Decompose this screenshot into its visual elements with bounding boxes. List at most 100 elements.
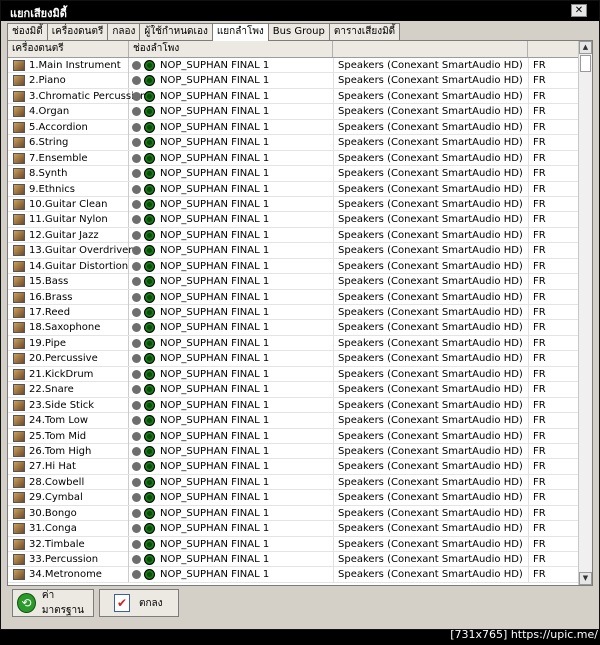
- table-row[interactable]: 3.Chromatic Percussion NOP_SUPHAN FINAL 1…: [8, 88, 580, 105]
- output-device-cell[interactable]: Speakers (Conexant SmartAudio HD): [333, 289, 528, 305]
- speaker-channel-cell[interactable]: FR: [528, 366, 580, 382]
- output-device-cell[interactable]: Speakers (Conexant SmartAudio HD): [333, 58, 528, 73]
- table-row[interactable]: 15.Bass NOP_SUPHAN FINAL 1 Speakers (Conex…: [8, 274, 580, 290]
- active-led-icon[interactable]: [144, 368, 155, 380]
- active-led-icon[interactable]: [144, 353, 155, 365]
- table-row[interactable]: 28.Cowbell NOP_SUPHAN FINAL 1 Speakers (Co…: [8, 474, 580, 491]
- speaker-channel-cell[interactable]: FR: [528, 459, 580, 475]
- speaker-port-cell[interactable]: NOP_SUPHAN FINAL 1: [160, 89, 330, 104]
- mute-indicator-icon[interactable]: [132, 416, 141, 426]
- mute-indicator-icon[interactable]: [132, 354, 141, 364]
- table-row[interactable]: 2.Piano NOP_SUPHAN FINAL 1 Speakers (Conex…: [8, 73, 580, 89]
- output-device-cell[interactable]: Speakers (Conexant SmartAudio HD): [333, 305, 528, 320]
- instrument-cell[interactable]: 11.Guitar Nylon: [8, 212, 129, 228]
- output-device-cell[interactable]: Speakers (Conexant SmartAudio HD): [333, 397, 528, 413]
- speaker-port-cell[interactable]: NOP_SUPHAN FINAL 1: [160, 197, 330, 212]
- mute-indicator-icon[interactable]: [132, 199, 141, 209]
- speaker-channel-cell[interactable]: FR: [528, 227, 580, 243]
- mute-indicator-icon[interactable]: [132, 215, 141, 225]
- table-row[interactable]: 9.Ethnics NOP_SUPHAN FINAL 1 Speakers (Con…: [8, 181, 580, 197]
- speaker-port-cell[interactable]: NOP_SUPHAN FINAL 1: [160, 212, 330, 227]
- output-device-cell[interactable]: Speakers (Conexant SmartAudio HD): [333, 536, 528, 552]
- mute-indicator-icon[interactable]: [132, 308, 141, 317]
- mute-indicator-icon[interactable]: [132, 493, 141, 503]
- mute-indicator-icon[interactable]: [132, 555, 141, 564]
- mute-indicator-icon[interactable]: [132, 508, 141, 518]
- instrument-cell[interactable]: 19.Pipe: [8, 335, 129, 351]
- speaker-port-cell[interactable]: NOP_SUPHAN FINAL 1: [160, 475, 330, 490]
- speaker-port-cell[interactable]: NOP_SUPHAN FINAL 1: [160, 521, 330, 536]
- mute-indicator-icon[interactable]: [132, 169, 141, 179]
- speaker-channel-cell[interactable]: FR: [528, 88, 580, 104]
- active-led-icon[interactable]: [144, 554, 155, 565]
- tab-speaker-split[interactable]: แยกลำโพง: [211, 23, 269, 41]
- speaker-port-cell[interactable]: NOP_SUPHAN FINAL 1: [160, 228, 330, 243]
- active-led-icon[interactable]: [144, 152, 155, 164]
- output-device-cell[interactable]: Speakers (Conexant SmartAudio HD): [333, 552, 528, 567]
- instrument-cell[interactable]: 14.Guitar Distortion: [8, 258, 129, 274]
- output-device-cell[interactable]: Speakers (Conexant SmartAudio HD): [333, 274, 528, 290]
- instrument-cell[interactable]: 2.Piano: [8, 73, 129, 89]
- active-led-icon[interactable]: [144, 307, 155, 318]
- instrument-cell[interactable]: 15.Bass: [8, 274, 129, 290]
- instrument-cell[interactable]: 30.Bongo: [8, 505, 129, 521]
- table-row[interactable]: 27.Hi Hat NOP_SUPHAN FINAL 1 Speakers (Con…: [8, 459, 580, 475]
- active-led-icon[interactable]: [144, 507, 155, 519]
- column-header-instrument[interactable]: เครื่องดนตรี: [8, 41, 129, 57]
- speaker-channel-cell[interactable]: FR: [528, 474, 580, 490]
- instrument-cell[interactable]: 27.Hi Hat: [8, 459, 129, 475]
- table-row[interactable]: 11.Guitar Nylon NOP_SUPHAN FINAL 1 Speaker…: [8, 212, 580, 228]
- active-led-icon[interactable]: [144, 445, 155, 457]
- mute-indicator-icon[interactable]: [132, 400, 141, 410]
- instrument-cell[interactable]: 12.Guitar Jazz: [8, 227, 129, 243]
- speaker-channel-cell[interactable]: FR: [528, 289, 580, 305]
- output-device-cell[interactable]: Speakers (Conexant SmartAudio HD): [333, 212, 528, 228]
- active-led-icon[interactable]: [144, 476, 155, 488]
- table-row[interactable]: 10.Guitar Clean NOP_SUPHAN FINAL 1 Speaker…: [8, 196, 580, 213]
- active-led-icon[interactable]: [144, 60, 155, 71]
- active-led-icon[interactable]: [144, 183, 155, 195]
- output-device-cell[interactable]: Speakers (Conexant SmartAudio HD): [333, 366, 528, 382]
- speaker-channel-cell[interactable]: FR: [528, 320, 580, 336]
- active-led-icon[interactable]: [144, 523, 155, 535]
- speaker-channel-cell[interactable]: FR: [528, 397, 580, 413]
- table-row[interactable]: 16.Brass NOP_SUPHAN FINAL 1 Speakers (Cone…: [8, 289, 580, 305]
- speaker-channel-cell[interactable]: FR: [528, 443, 580, 459]
- output-device-cell[interactable]: Speakers (Conexant SmartAudio HD): [333, 196, 528, 212]
- table-row[interactable]: 12.Guitar Jazz NOP_SUPHAN FINAL 1 Speakers…: [8, 227, 580, 244]
- speaker-port-cell[interactable]: NOP_SUPHAN FINAL 1: [160, 73, 330, 88]
- scroll-down-arrow-icon[interactable]: ▼: [579, 572, 592, 585]
- active-led-icon[interactable]: [144, 214, 155, 226]
- speaker-channel-cell[interactable]: FR: [528, 351, 580, 367]
- speaker-port-cell[interactable]: NOP_SUPHAN FINAL 1: [160, 506, 330, 521]
- speaker-port-cell[interactable]: NOP_SUPHAN FINAL 1: [160, 151, 330, 166]
- mute-indicator-icon[interactable]: [132, 122, 141, 132]
- column-header-channel[interactable]: [528, 41, 580, 57]
- speaker-channel-cell[interactable]: FR: [528, 536, 580, 552]
- speaker-channel-cell[interactable]: FR: [528, 552, 580, 567]
- speaker-port-cell[interactable]: NOP_SUPHAN FINAL 1: [160, 567, 330, 582]
- instrument-cell[interactable]: 29.Cymbal: [8, 490, 129, 506]
- speaker-port-cell[interactable]: NOP_SUPHAN FINAL 1: [160, 259, 330, 274]
- mute-indicator-icon[interactable]: [132, 230, 141, 240]
- instrument-cell[interactable]: 25.Tom Mid: [8, 428, 129, 444]
- mute-indicator-icon[interactable]: [132, 462, 141, 472]
- mute-indicator-icon[interactable]: [132, 246, 141, 256]
- tab-instruments[interactable]: เครื่องดนตรี: [46, 23, 109, 40]
- mute-indicator-icon[interactable]: [132, 61, 141, 70]
- table-row[interactable]: 20.Percussive NOP_SUPHAN FINAL 1 Speakers …: [8, 351, 580, 367]
- output-device-cell[interactable]: Speakers (Conexant SmartAudio HD): [333, 443, 528, 459]
- active-led-icon[interactable]: [144, 198, 155, 210]
- mute-indicator-icon[interactable]: [132, 277, 141, 287]
- instrument-cell[interactable]: 22.Snare: [8, 382, 129, 398]
- speaker-port-cell[interactable]: NOP_SUPHAN FINAL 1: [160, 305, 330, 320]
- table-row[interactable]: 1.Main Instrument NOP_SUPHAN FINAL 1 Speak…: [8, 58, 580, 74]
- instrument-cell[interactable]: 3.Chromatic Percussion: [8, 88, 146, 104]
- table-row[interactable]: 30.Bongo NOP_SUPHAN FINAL 1 Speakers (Cone…: [8, 505, 580, 522]
- speaker-channel-cell[interactable]: FR: [528, 212, 580, 228]
- table-row[interactable]: 17.Reed NOP_SUPHAN FINAL 1 Speakers (Conex…: [8, 305, 580, 321]
- instrument-cell[interactable]: 1.Main Instrument: [8, 58, 129, 73]
- speaker-channel-cell[interactable]: FR: [528, 521, 580, 537]
- mute-indicator-icon[interactable]: [132, 369, 141, 379]
- active-led-icon[interactable]: [144, 384, 155, 396]
